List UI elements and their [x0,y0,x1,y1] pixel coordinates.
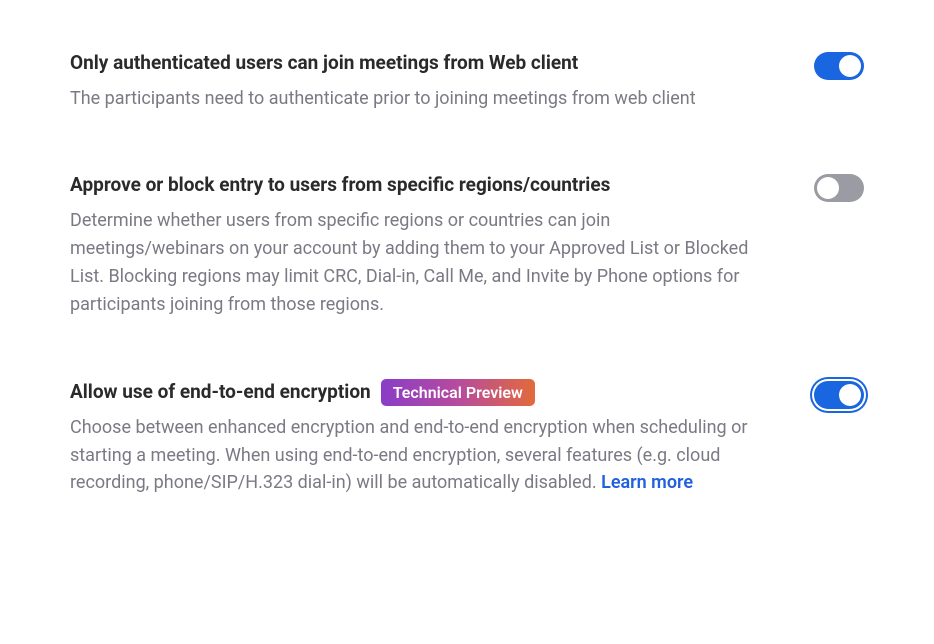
technical-preview-badge: Technical Preview [381,379,535,406]
setting-content: Approve or block entry to users from spe… [70,172,750,318]
toggle-knob [839,384,861,406]
toggle-knob [839,55,861,77]
toggle-end-to-end-encryption[interactable] [814,381,864,409]
toggle-approve-block-regions[interactable] [814,174,864,202]
setting-content: Only authenticated users can join meetin… [70,50,750,112]
setting-title: Approve or block entry to users from spe… [70,172,610,199]
setting-description: Choose between enhanced encryption and e… [70,414,750,498]
setting-title-row: Approve or block entry to users from spe… [70,172,750,199]
setting-approve-block-regions: Approve or block entry to users from spe… [70,172,864,318]
setting-title: Only authenticated users can join meetin… [70,50,578,77]
setting-title-row: Only authenticated users can join meetin… [70,50,750,77]
toggle-knob [817,177,839,199]
setting-title: Allow use of end-to-end encryption [70,379,371,406]
setting-content: Allow use of end-to-end encryption Techn… [70,379,750,498]
setting-description: The participants need to authenticate pr… [70,85,750,113]
setting-description: Determine whether users from specific re… [70,207,750,319]
setting-title-row: Allow use of end-to-end encryption Techn… [70,379,750,406]
setting-authenticated-web-client: Only authenticated users can join meetin… [70,50,864,112]
setting-end-to-end-encryption: Allow use of end-to-end encryption Techn… [70,379,864,498]
toggle-authenticated-web-client[interactable] [814,52,864,80]
learn-more-link[interactable]: Learn more [601,472,693,493]
